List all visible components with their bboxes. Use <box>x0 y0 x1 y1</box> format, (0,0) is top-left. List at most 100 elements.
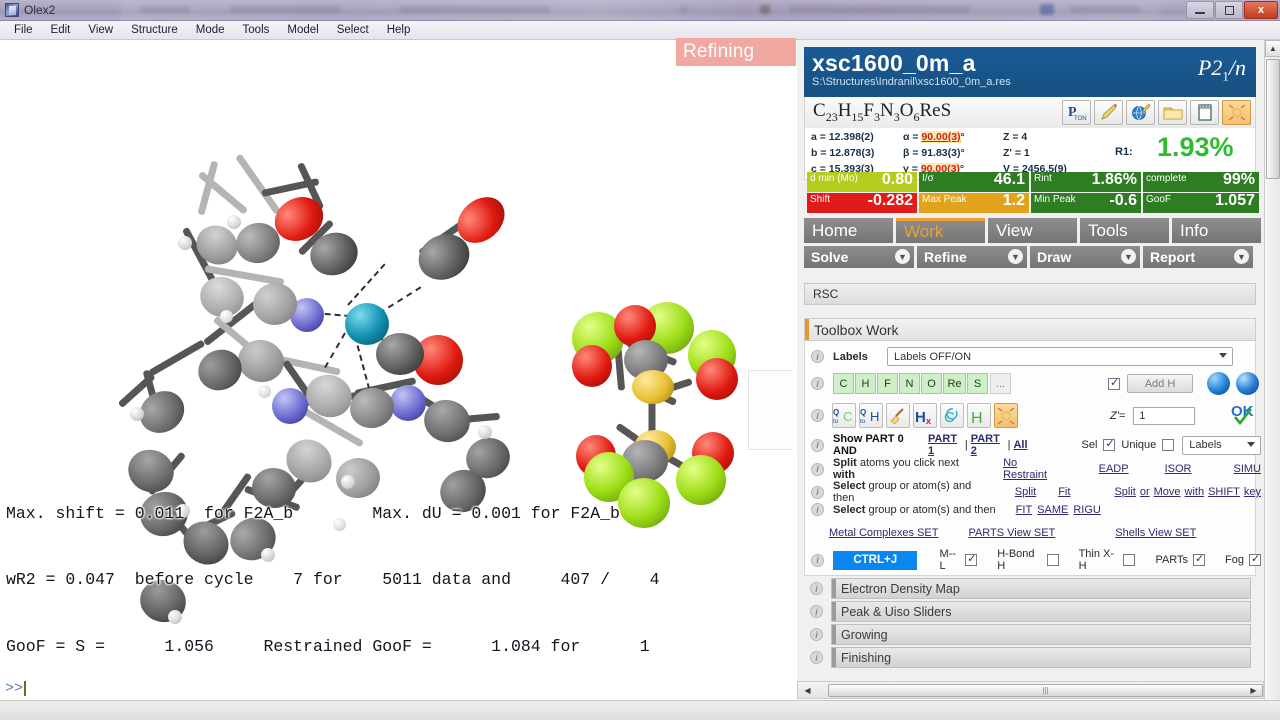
element-button-h[interactable]: H <box>855 373 876 394</box>
menu-item-help[interactable]: Help <box>379 22 419 38</box>
info-icon[interactable]: i <box>811 553 824 567</box>
section-label[interactable]: Growing <box>831 624 1251 645</box>
flag-checkbox-thinxh[interactable] <box>1123 554 1136 566</box>
flag-checkbox-fog[interactable] <box>1249 552 1262 566</box>
tab-tools[interactable]: Tools <box>1080 218 1169 243</box>
info-icon[interactable]: i <box>810 628 823 641</box>
sphere-blue-solid-icon[interactable] <box>1236 372 1259 395</box>
labels-mode-combo[interactable]: Labels <box>1182 435 1262 455</box>
rsc-bar[interactable]: RSC <box>804 283 1256 305</box>
maximize-button[interactable] <box>1215 1 1243 19</box>
info-icon[interactable]: i <box>811 438 824 452</box>
q-to-h-icon[interactable]: Qto H <box>859 403 883 428</box>
element-button-f[interactable]: F <box>877 373 898 394</box>
menu-item-model[interactable]: Model <box>279 22 326 38</box>
element-button-re[interactable]: Re <box>943 373 966 394</box>
menu-item-structure[interactable]: Structure <box>123 22 186 38</box>
c-refresh-icon[interactable]: C <box>940 403 964 428</box>
section-label[interactable]: Electron Density Map <box>831 578 1251 599</box>
info-icon[interactable]: i <box>811 503 824 516</box>
section-electron-density-map[interactable]: i Electron Density Map <box>810 578 1252 599</box>
window-controls[interactable]: x <box>1186 1 1278 19</box>
chevron-down-icon[interactable]: ▼ <box>895 249 910 264</box>
horizontal-scroll-thumb[interactable]: ||| <box>828 684 1263 697</box>
main-vertical-scrollbar[interactable]: ▲ ▼ <box>1264 40 1280 720</box>
pencil-icon[interactable] <box>1094 100 1123 125</box>
vertical-scroll-thumb[interactable] <box>1266 59 1280 179</box>
info-icon[interactable]: i <box>811 409 824 422</box>
info-icon[interactable]: i <box>810 605 823 618</box>
ok-button[interactable]: OK <box>1231 401 1261 430</box>
fit-restraint-link[interactable]: FIT <box>1016 504 1033 516</box>
move-link[interactable]: Move <box>1154 486 1181 498</box>
target-icon[interactable] <box>994 403 1018 428</box>
part1-link[interactable]: PART 1 <box>928 433 962 457</box>
element-button-c[interactable]: C <box>833 373 854 394</box>
subtab-solve[interactable]: Solve ▼ <box>804 246 914 268</box>
unique-checkbox[interactable] <box>1162 439 1175 451</box>
fit-link[interactable]: Fit <box>1058 486 1070 498</box>
split-link[interactable]: Split <box>1015 486 1036 498</box>
command-input-line[interactable]: >> <box>0 675 793 701</box>
zprime-input[interactable]: 1 <box>1133 406 1195 425</box>
tab-home[interactable]: Home <box>804 218 893 243</box>
key-link[interactable]: key <box>1244 486 1261 498</box>
q-to-c-icon[interactable]: Qto C <box>832 403 856 428</box>
ctrl-j-button[interactable]: CTRL+J <box>833 550 918 570</box>
shift-link[interactable]: SHIFT <box>1208 486 1240 498</box>
add-h-button[interactable]: Add H <box>1127 374 1193 393</box>
with-link[interactable]: with <box>1185 486 1205 498</box>
section-finishing[interactable]: i Finishing <box>810 647 1252 668</box>
part2-link[interactable]: PART 2 <box>971 433 1005 457</box>
chevron-down-icon[interactable]: ▼ <box>1121 249 1136 264</box>
element-button-s[interactable]: S <box>967 373 988 394</box>
section-growing[interactable]: i Growing <box>810 624 1252 645</box>
h-green-icon[interactable]: H <box>967 403 991 428</box>
part-all-link[interactable]: All <box>1013 439 1027 451</box>
info-icon[interactable]: i <box>811 350 824 363</box>
close-button[interactable]: x <box>1244 1 1278 19</box>
platon-icon[interactable]: P TON <box>1062 100 1091 125</box>
tab-view[interactable]: View <box>988 218 1077 243</box>
add-h-checkbox[interactable] <box>1108 376 1120 390</box>
structure-viewport[interactable]: Max. shift = 0.011 for F2A_b Max. dU = 0… <box>0 40 793 675</box>
menu-item-mode[interactable]: Mode <box>188 22 233 38</box>
chevron-down-icon[interactable]: ▼ <box>1008 249 1023 264</box>
panel-horizontal-scrollbar[interactable]: ◀ ||| ▶ <box>797 681 1264 699</box>
flag-checkbox-hbond[interactable] <box>1046 554 1059 566</box>
same-restraint-link[interactable]: SAME <box>1037 504 1068 516</box>
info-icon[interactable]: i <box>811 485 824 499</box>
target-icon[interactable] <box>1222 100 1251 125</box>
shells-view-set-link[interactable]: Shells View SET <box>1115 527 1196 539</box>
menu-item-edit[interactable]: Edit <box>43 22 79 38</box>
info-icon[interactable]: i <box>810 582 823 595</box>
h-x-icon[interactable]: Hx <box>913 403 937 428</box>
sel-checkbox[interactable] <box>1103 437 1116 451</box>
menu-item-tools[interactable]: Tools <box>235 22 278 38</box>
labels-combo[interactable]: Labels OFF/ON <box>887 347 1233 366</box>
eadp-link[interactable]: EADP <box>1099 463 1129 475</box>
sphere-blue-icon[interactable] <box>1207 372 1230 395</box>
element-button-n[interactable]: N <box>899 373 920 394</box>
subtab-draw[interactable]: Draw ▼ <box>1030 246 1140 268</box>
scroll-up-arrow-icon[interactable]: ▲ <box>1265 40 1280 57</box>
folder-icon[interactable] <box>1158 100 1187 125</box>
globe-pencil-icon[interactable] <box>1126 100 1155 125</box>
subtab-report[interactable]: Report ▼ <box>1143 246 1253 268</box>
flag-checkbox-parts[interactable] <box>1193 552 1206 566</box>
simu-link[interactable]: SIMU <box>1234 463 1262 475</box>
subtab-refine[interactable]: Refine ▼ <box>917 246 1027 268</box>
element-button-o[interactable]: O <box>921 373 942 394</box>
notepad-icon[interactable] <box>1190 100 1219 125</box>
broom-icon[interactable] <box>886 403 910 428</box>
info-icon[interactable]: i <box>811 462 824 476</box>
menu-item-file[interactable]: File <box>6 22 41 38</box>
or-link[interactable]: or <box>1140 486 1150 498</box>
no-restraint-link[interactable]: No Restraint <box>1003 457 1061 481</box>
scroll-right-arrow-icon[interactable]: ▶ <box>1245 682 1262 698</box>
split-link-2[interactable]: Split <box>1114 486 1135 498</box>
element-more-button[interactable]: ... <box>990 373 1011 394</box>
rigu-restraint-link[interactable]: RIGU <box>1073 504 1101 516</box>
metal-complexes-set-link[interactable]: Metal Complexes SET <box>829 527 938 539</box>
section-label[interactable]: Peak & Uiso Sliders <box>831 601 1251 622</box>
